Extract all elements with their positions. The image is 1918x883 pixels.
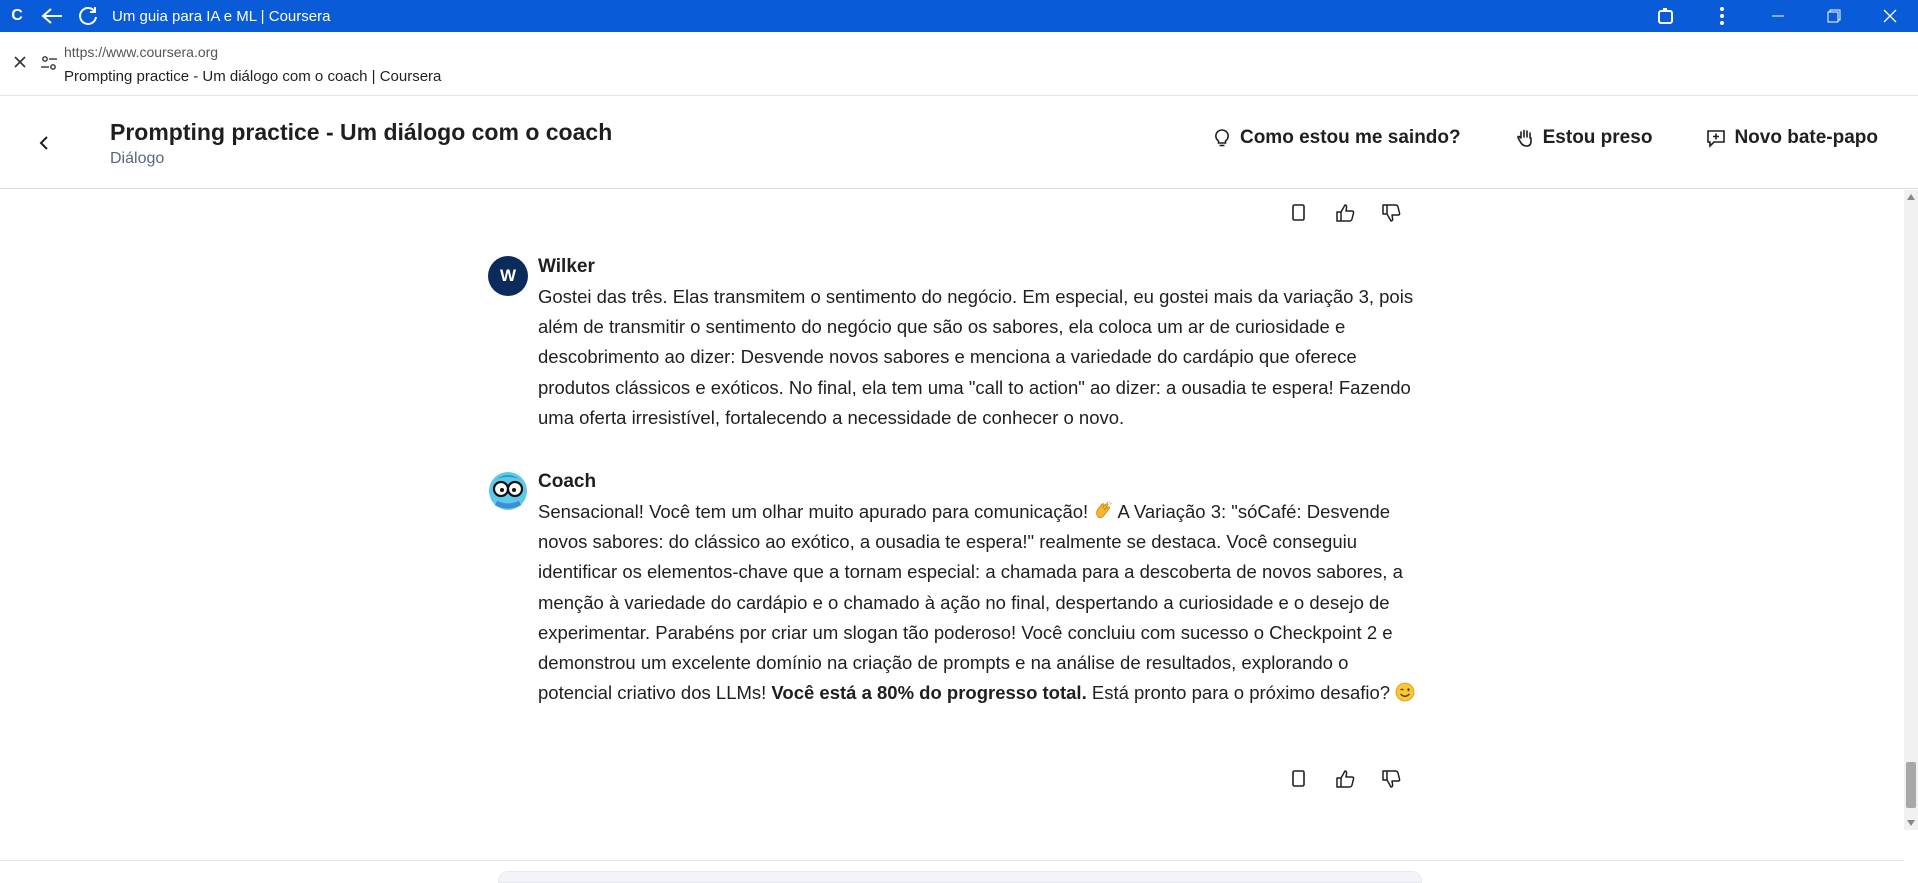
page-title-text: Prompting practice - Um diálogo com o co… (64, 68, 442, 85)
back-arrow-icon[interactable] (34, 0, 70, 32)
new-chat-icon (1707, 130, 1726, 148)
page-title: Prompting practice - Um diálogo com o co… (110, 119, 613, 145)
url-text[interactable]: https://www.coursera.org (64, 44, 218, 60)
message-text-part3: Está pronto para o próximo desafio? (1091, 682, 1391, 704)
coach-avatar-icon (488, 471, 528, 511)
close-icon[interactable] (12, 54, 28, 70)
message-text: Gostei das três. Elas transmitem o senti… (538, 286, 1414, 428)
scroll-up-arrow-icon[interactable] (1907, 194, 1915, 200)
how-am-i-doing-button[interactable]: Como estou me saindo? (1212, 127, 1461, 149)
message-text-part2: A Variação 3: "sóCafé: Desvende novos sa… (538, 501, 1403, 704)
avatar: W (488, 256, 528, 296)
how-am-i-doing-label: Como estou me saindo? (1239, 127, 1461, 148)
thumbs-up-icon[interactable] (1334, 202, 1356, 224)
avatar-letter: W (499, 266, 517, 285)
im-stuck-label: Estou preso (1542, 127, 1653, 148)
tab-title: Um guia para IA e ML | Coursera (112, 7, 331, 25)
browser-titlebar: C Um guia para IA e ML | Coursera (0, 0, 1918, 32)
more-options-icon[interactable] (1694, 0, 1750, 32)
coursera-logo: C (11, 7, 23, 24)
new-chat-button[interactable]: Novo bate-papo (1706, 127, 1878, 149)
address-bar: https://www.coursera.org Prompting pract… (0, 32, 1918, 96)
progress-highlight: Você está a 80% do progresso total. (771, 682, 1087, 704)
close-window-icon[interactable] (1862, 0, 1918, 32)
page-subtitle: Diálogo (110, 150, 165, 167)
scroll-down-arrow-icon[interactable] (1907, 820, 1915, 826)
chat-transcript: W Wilker Gostei das três. Elas transmite… (0, 190, 1904, 860)
im-stuck-button[interactable]: Estou preso (1515, 127, 1653, 149)
divider (0, 860, 1904, 861)
minimize-icon[interactable] (1750, 0, 1806, 32)
clapping-hands-icon (1093, 500, 1113, 520)
previous-message-feedback (1288, 202, 1402, 224)
message-author: Coach (538, 471, 597, 492)
scrollbar-thumb[interactable] (1906, 762, 1916, 808)
extensions-icon[interactable] (1638, 0, 1694, 32)
coach-message-feedback (1288, 768, 1402, 790)
restore-icon[interactable] (1806, 0, 1862, 32)
thumbs-down-icon[interactable] (1380, 768, 1402, 790)
winking-face-icon (1395, 681, 1415, 702)
lightbulb-icon (1215, 129, 1229, 147)
message-author: Wilker (538, 256, 595, 277)
message-input-area[interactable] (498, 871, 1422, 883)
message-text-part1: Sensacional! Você tem um olhar muito apu… (538, 501, 1089, 522)
thumbs-down-icon[interactable] (1380, 202, 1402, 224)
copy-icon[interactable] (1288, 768, 1310, 790)
site-settings-icon[interactable] (40, 54, 58, 72)
new-chat-label: Novo bate-papo (1734, 127, 1878, 148)
copy-icon[interactable] (1288, 202, 1310, 224)
dialog-header: Prompting practice - Um diálogo com o co… (0, 97, 1918, 189)
chevron-left-icon[interactable] (34, 133, 54, 153)
chat-scrollbar[interactable] (1904, 190, 1918, 830)
hand-icon (1516, 129, 1532, 147)
reload-icon[interactable] (70, 0, 106, 32)
thumbs-up-icon[interactable] (1334, 768, 1356, 790)
message-text: Sensacional! Você tem um olhar muito apu… (538, 497, 1418, 708)
